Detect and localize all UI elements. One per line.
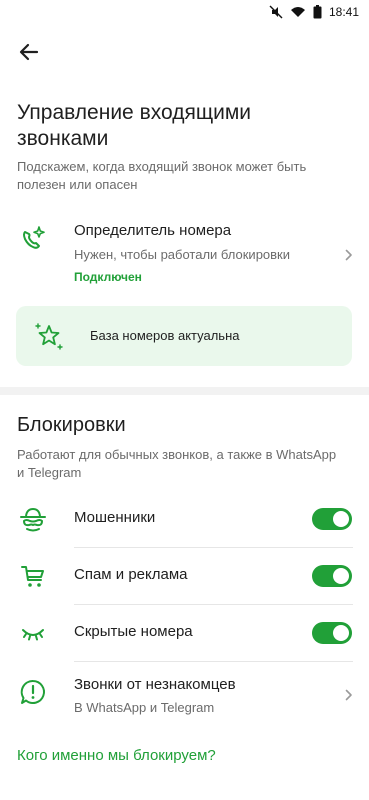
cart-icon	[18, 561, 48, 591]
block-row-spam[interactable]: Спам и реклама	[0, 548, 369, 605]
closed-eye-icon	[18, 618, 48, 648]
arrow-left-icon	[19, 43, 39, 66]
fraudster-mask-icon	[18, 504, 48, 534]
who-we-block-link[interactable]: Кого именно мы блокируем?	[17, 747, 216, 764]
chevron-right-icon	[343, 688, 355, 702]
caller-id-subtitle: Нужен, чтобы работали блокировки	[74, 247, 291, 262]
fraud-toggle[interactable]	[312, 508, 352, 530]
chevron-right-icon	[343, 248, 355, 262]
chat-alert-icon	[18, 677, 48, 707]
spam-toggle[interactable]	[312, 565, 352, 587]
blocking-subtitle: Работают для обычных звонков, а также в …	[17, 447, 337, 480]
wifi-icon	[290, 6, 306, 18]
block-row-hidden[interactable]: Скрытые номера	[0, 605, 369, 662]
star-sparkle-icon	[34, 321, 64, 351]
caller-id-title: Определитель номера	[74, 222, 232, 239]
database-status-text: База номеров актуальна	[90, 328, 240, 343]
block-label: Скрытые номера	[74, 623, 193, 640]
strangers-title: Звонки от незнакомцев	[74, 676, 236, 693]
page-title: Управление входящими звонками	[17, 101, 252, 150]
section-divider	[0, 387, 369, 395]
block-label: Спам и реклама	[74, 566, 188, 583]
block-label: Мошенники	[74, 509, 156, 526]
status-icons: 18:41	[269, 5, 359, 19]
block-row-fraud[interactable]: Мошенники	[0, 491, 369, 548]
hidden-numbers-toggle[interactable]	[312, 622, 352, 644]
strangers-subtitle: В WhatsApp и Telegram	[74, 700, 215, 715]
status-time: 18:41	[328, 5, 359, 19]
block-row-strangers[interactable]: Звонки от незнакомцев В WhatsApp и Teleg…	[0, 662, 369, 722]
caller-id-status: Подключен	[74, 270, 142, 284]
page-subtitle: Подскажем, когда входящий звонок может б…	[17, 159, 307, 192]
database-status-card: База номеров актуальна	[16, 306, 352, 366]
status-bar: 18:41	[0, 0, 369, 26]
caller-id-row[interactable]: Определитель номера Нужен, чтобы работал…	[0, 218, 369, 290]
back-button[interactable]	[14, 40, 44, 68]
phone-sparkle-icon	[18, 224, 48, 254]
mute-icon	[269, 5, 283, 19]
blocking-title: Блокировки	[17, 414, 126, 436]
battery-icon	[313, 5, 322, 19]
